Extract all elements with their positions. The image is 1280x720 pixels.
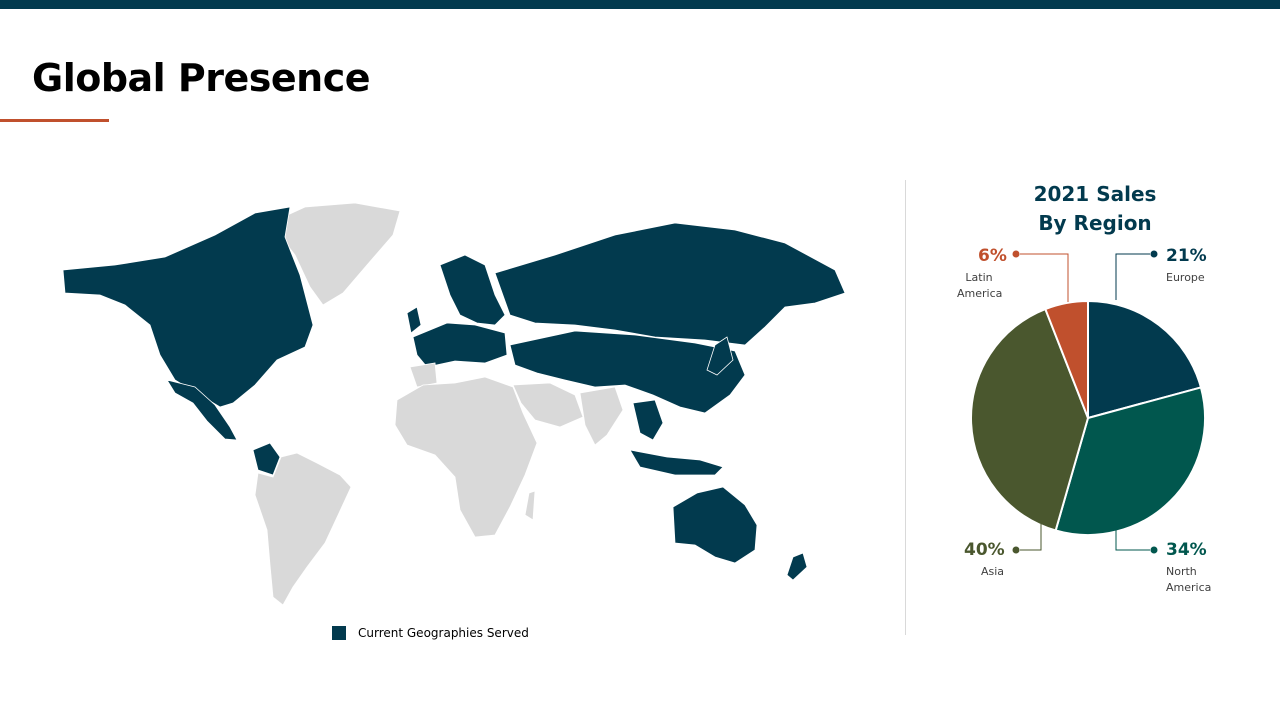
pie-category-label-asia: Asia	[981, 565, 1005, 578]
leader-line-north-america	[1115, 530, 1150, 551]
leader-dot-asia	[1012, 546, 1020, 554]
pie-value-label-north-america: 34%	[1166, 540, 1207, 560]
leader-dot-europe	[1150, 250, 1158, 258]
pie-category-label-north-america: North America	[1166, 565, 1212, 594]
pie-value-label-latin-america: 6%	[978, 246, 1007, 266]
pie-category-label-latin-america: Latin America	[957, 271, 1003, 300]
pie-category-label-europe: Europe	[1166, 271, 1205, 284]
leader-dot-latin-america	[1012, 250, 1020, 258]
pie-value-label-europe: 21%	[1166, 246, 1207, 266]
pie-chart	[970, 250, 1206, 554]
leader-dot-north-america	[1150, 546, 1158, 554]
leader-line-latin-america	[1020, 253, 1069, 302]
leader-line-asia	[1020, 524, 1042, 551]
leader-line-europe	[1115, 253, 1150, 300]
pie-value-label-asia: 40%	[964, 540, 1005, 560]
